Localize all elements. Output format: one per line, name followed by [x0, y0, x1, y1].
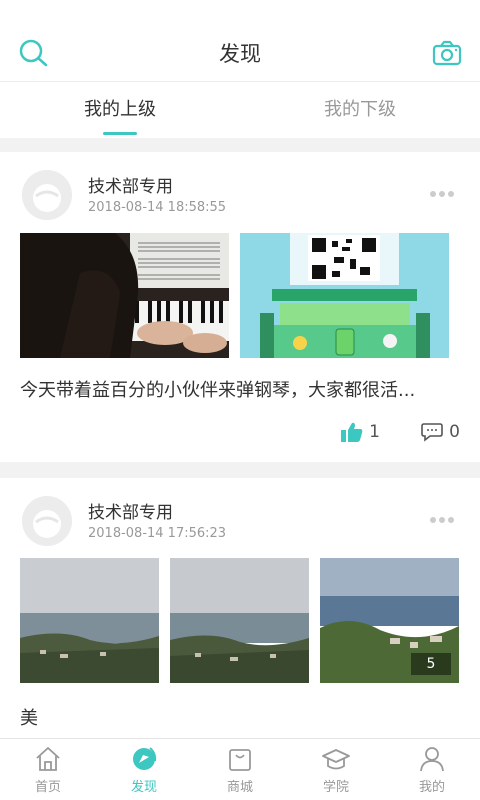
post-image-piano[interactable] — [20, 233, 229, 358]
post-image-landscape[interactable] — [20, 558, 159, 683]
more-images-count: 5 — [411, 653, 451, 675]
page-title: 发现 — [219, 42, 261, 66]
more-options-icon[interactable] — [430, 508, 460, 523]
header: 发现 — [0, 0, 480, 82]
like-button[interactable]: 1 — [341, 420, 380, 444]
active-tab-indicator — [103, 132, 137, 135]
comment-icon — [421, 423, 443, 442]
like-count: 1 — [369, 422, 380, 442]
academy-icon — [322, 749, 350, 770]
comment-button[interactable]: 0 — [421, 420, 460, 444]
nav-label: 首页 — [34, 780, 61, 795]
avatar[interactable] — [22, 170, 72, 220]
post-caption[interactable]: 美 — [20, 704, 460, 730]
app: 发现 我的上级 我的下级 技术部专用 2018-08-14 18:58:55 今… — [0, 0, 480, 800]
post-card[interactable]: 技术部专用 2018-08-14 18:58:55 今天带着益百分的小伙伴来弹钢… — [0, 152, 480, 462]
camera-icon[interactable] — [432, 40, 462, 66]
nav-academy[interactable]: 学院 — [288, 739, 384, 800]
more-options-icon[interactable] — [430, 182, 460, 197]
tab-my-subordinate[interactable]: 我的下级 — [240, 82, 480, 138]
shop-icon — [229, 749, 251, 771]
thumbs-up-icon — [341, 422, 363, 442]
nav-label: 发现 — [130, 780, 157, 795]
nav-discover[interactable]: 发现 — [96, 739, 192, 800]
discover-icon — [133, 747, 157, 770]
post-caption[interactable]: 今天带着益百分的小伙伴来弹钢琴，大家都很活... — [20, 376, 460, 402]
nav-profile[interactable]: 我的 — [384, 739, 480, 800]
post-image-poster[interactable] — [240, 233, 449, 358]
post-author[interactable]: 技术部专用 — [88, 172, 173, 197]
post-image-landscape[interactable] — [170, 558, 309, 683]
post-image-landscape[interactable]: 5 — [320, 558, 459, 683]
nav-label: 我的 — [418, 780, 445, 795]
bottom-nav: 首页 发现 商城 学院 我的 — [0, 738, 480, 800]
avatar[interactable] — [22, 496, 72, 546]
tab-my-superior[interactable]: 我的上级 — [0, 82, 240, 138]
post-time: 2018-08-14 18:58:55 — [88, 200, 227, 215]
nav-label: 商城 — [226, 780, 253, 795]
home-icon — [36, 747, 60, 771]
tabs: 我的上级 我的下级 — [0, 82, 480, 138]
post-card[interactable]: 技术部专用 2018-08-14 17:56:23 5 美 — [0, 478, 480, 738]
post-author[interactable]: 技术部专用 — [88, 498, 173, 523]
nav-home[interactable]: 首页 — [0, 739, 96, 800]
nav-label: 学院 — [322, 780, 349, 795]
comment-count: 0 — [449, 422, 460, 442]
nav-shop[interactable]: 商城 — [192, 739, 288, 800]
profile-icon — [420, 747, 444, 772]
post-time: 2018-08-14 17:56:23 — [88, 526, 227, 541]
